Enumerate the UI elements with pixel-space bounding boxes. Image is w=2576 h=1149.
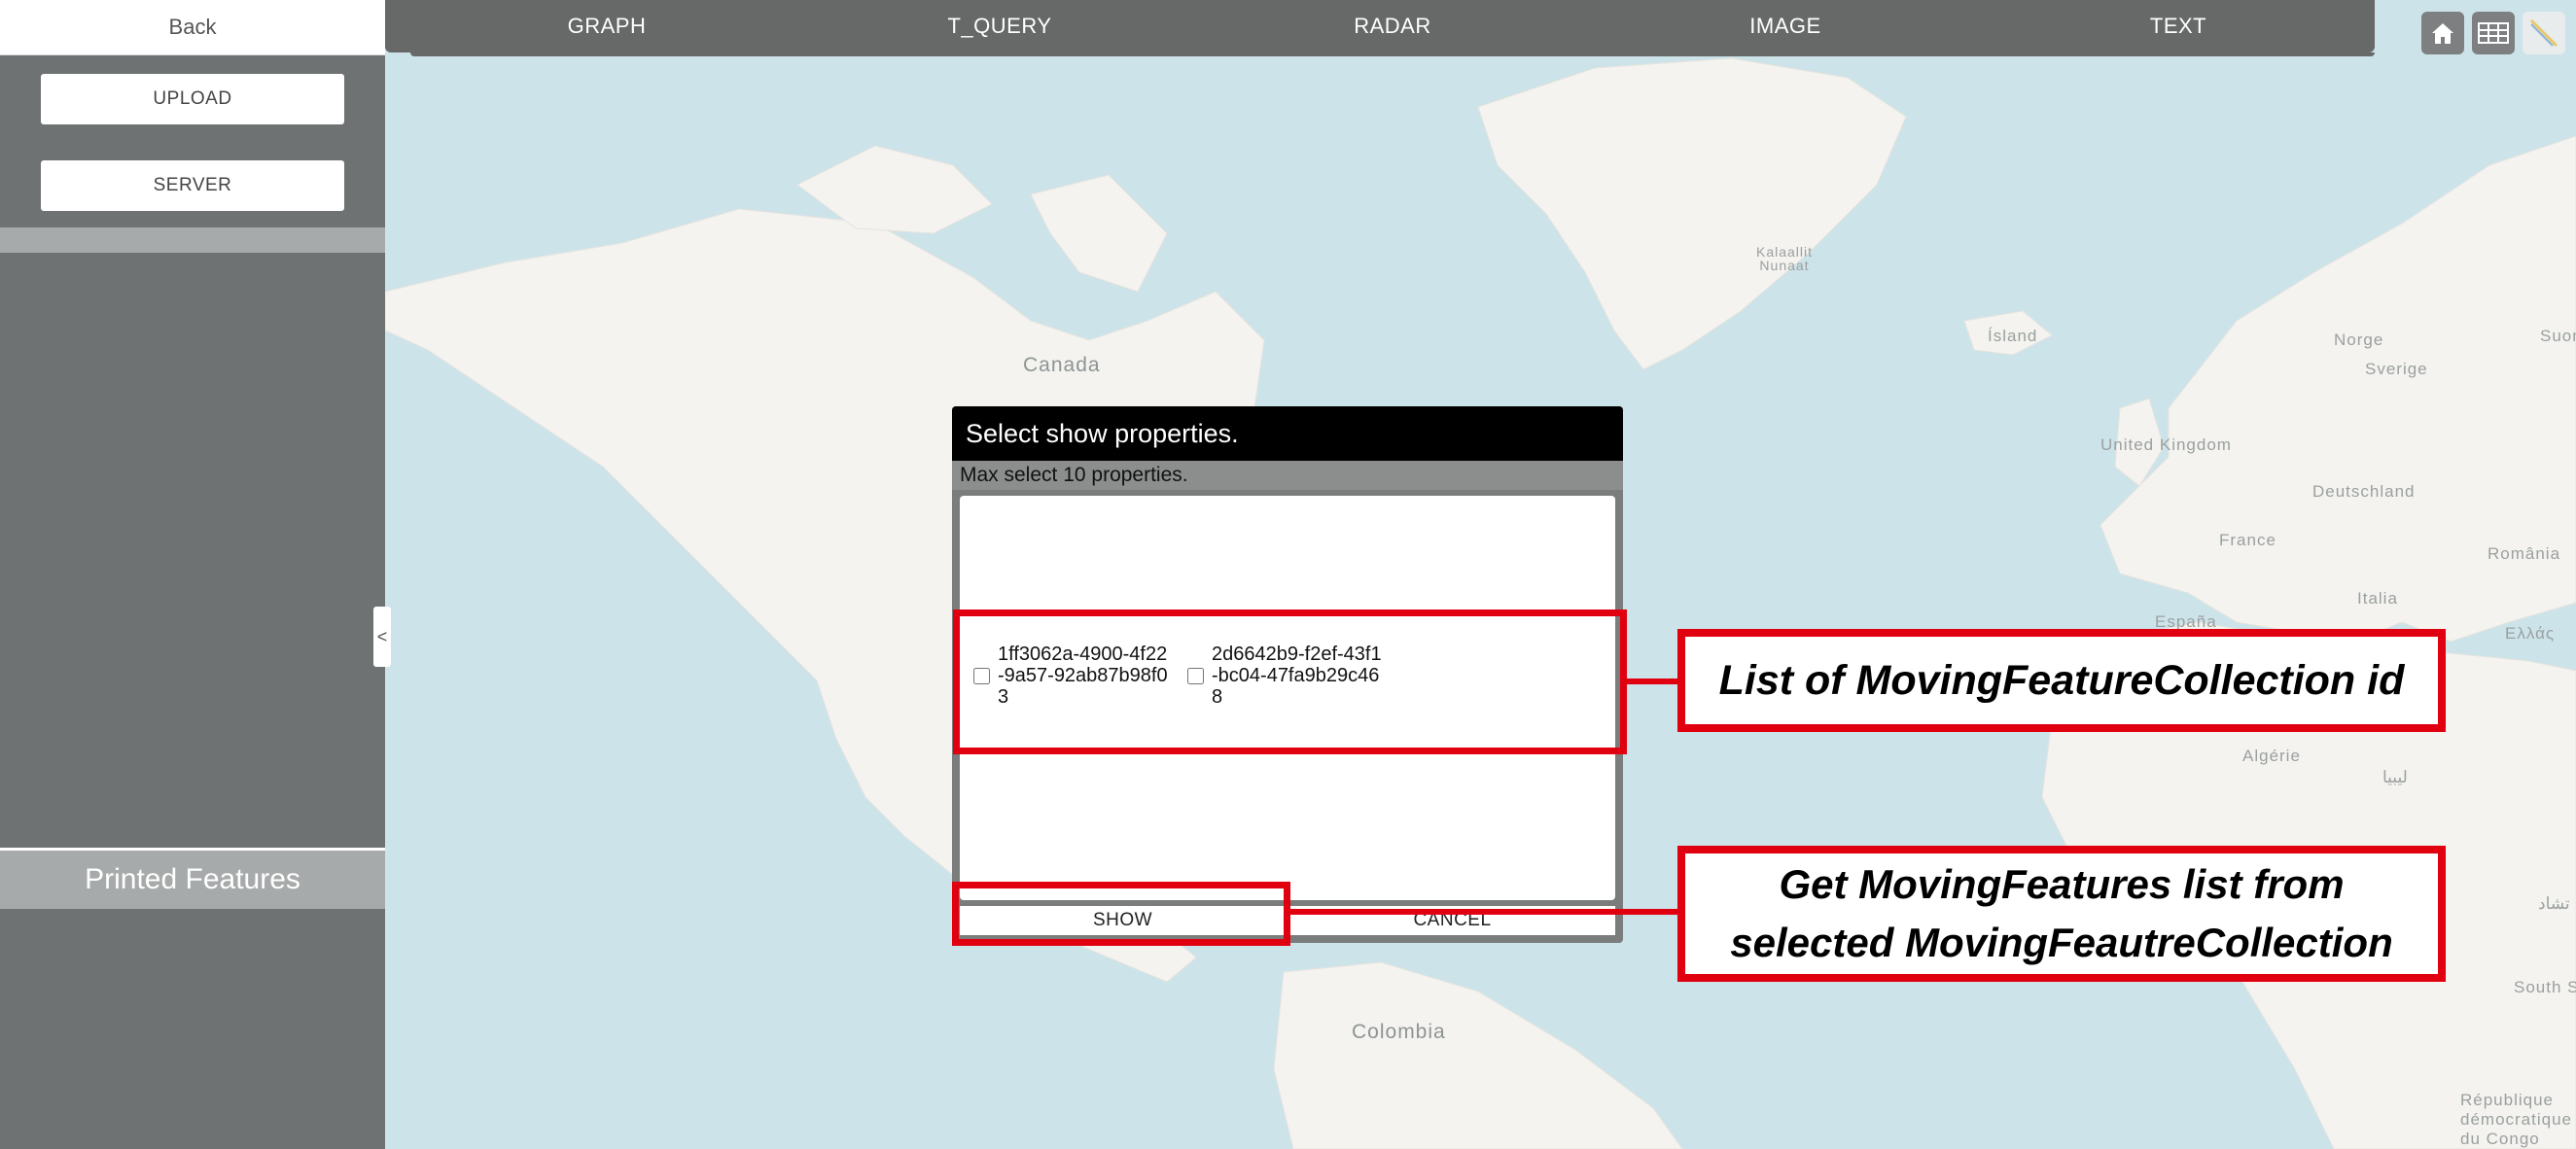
- tab-image[interactable]: IMAGE: [1669, 0, 1902, 52]
- back-tab[interactable]: Back: [0, 0, 385, 55]
- show-callout: Get MovingFeatures list from selected Mo…: [1677, 846, 2446, 982]
- home-icon[interactable]: [2421, 12, 2464, 54]
- map-label: Kalaallit Nunaat: [1755, 244, 1814, 273]
- map-label: România: [2488, 544, 2561, 563]
- map-label: Deutschland: [2312, 482, 2416, 501]
- top-nav: GRAPH T_QUERY RADAR IMAGE TEXT: [385, 0, 2375, 52]
- printed-features-header: Printed Features: [0, 851, 385, 909]
- sidebar: Back UPLOAD SERVER Printed Features: [0, 0, 385, 1149]
- map-label: Algérie: [2242, 747, 2301, 765]
- map-label: République démocratique du Congo: [2460, 1091, 2573, 1148]
- sidebar-collapse-button[interactable]: <: [373, 607, 391, 667]
- map-label: South S: [2514, 978, 2576, 996]
- upload-button[interactable]: UPLOAD: [41, 74, 344, 124]
- show-button-highlight: [952, 882, 1290, 946]
- tab-radar[interactable]: RADAR: [1276, 0, 1509, 52]
- map-label: Canada: [1023, 354, 1101, 376]
- land-greenland: [1477, 57, 1907, 370]
- map-label: Italia: [2357, 589, 2398, 608]
- land-baffin: [1030, 174, 1168, 293]
- tab-t-query[interactable]: T_QUERY: [883, 0, 1116, 52]
- map-label: Sverige: [2365, 360, 2428, 378]
- map-label: Norge: [2334, 331, 2384, 349]
- annotation-connector: [1625, 679, 1683, 684]
- collection-list-highlight: [953, 609, 1627, 754]
- map-label: تشاد: [2538, 894, 2570, 913]
- list-callout: List of MovingFeatureCollection id: [1677, 629, 2446, 732]
- map-label: Colombia: [1352, 1021, 1446, 1043]
- land-south-america: [1273, 961, 1683, 1149]
- map-label: Ελλάς: [2505, 624, 2556, 643]
- map-label: Ísland: [1988, 327, 2038, 345]
- tab-graph[interactable]: GRAPH: [490, 0, 723, 52]
- land-europe: [2100, 135, 2576, 643]
- map-label: Suomi: [2540, 327, 2576, 345]
- top-nav-shadow: [410, 52, 2375, 56]
- server-button[interactable]: SERVER: [41, 160, 344, 211]
- annotation-connector: [1288, 909, 1683, 915]
- map-label: France: [2219, 531, 2276, 549]
- tab-text[interactable]: TEXT: [2062, 0, 2295, 52]
- dialog-title: Select show properties.: [952, 406, 1623, 461]
- sidebar-list[interactable]: [0, 253, 385, 848]
- ruler-icon[interactable]: [2523, 12, 2565, 54]
- dialog-subtitle: Max select 10 properties.: [952, 461, 1623, 490]
- map-label: United Kingdom: [2100, 435, 2232, 454]
- grid-icon[interactable]: [2472, 12, 2515, 54]
- map-label: ليبيا: [2382, 768, 2408, 786]
- sidebar-list-header: [0, 227, 385, 253]
